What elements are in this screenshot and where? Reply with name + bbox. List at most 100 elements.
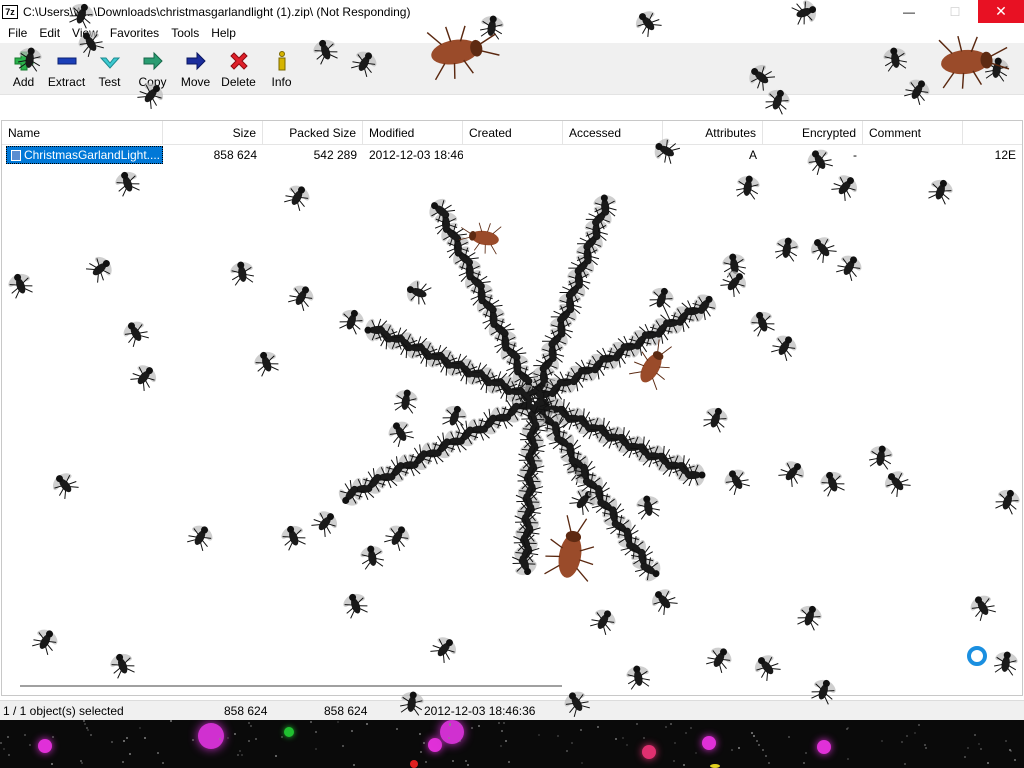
copy-button[interactable]: Copy	[131, 43, 174, 94]
star-dot	[157, 752, 159, 754]
star-dot	[227, 737, 229, 739]
star-dot	[987, 762, 989, 764]
horizontal-scrollbar[interactable]	[20, 685, 562, 687]
column-size[interactable]: Size	[163, 121, 263, 145]
encrypted-cell: -	[853, 148, 857, 162]
star-dot	[123, 740, 125, 742]
star-dot	[423, 742, 425, 744]
star-dot	[84, 723, 86, 725]
star-dot	[275, 755, 277, 757]
star-dot	[51, 763, 53, 765]
column-attributes[interactable]: Attributes	[663, 121, 763, 145]
menu-favorites[interactable]: Favorites	[104, 23, 165, 43]
star-dot	[52, 736, 54, 738]
delete-button[interactable]: Delete	[217, 43, 260, 94]
star-dot	[241, 754, 243, 756]
star-dot	[753, 735, 755, 737]
star-dot	[310, 721, 312, 723]
test-label: Test	[98, 75, 121, 89]
file-name-cell[interactable]: ChristmasGarlandLight....	[6, 146, 163, 164]
close-button[interactable]: ✕	[978, 0, 1024, 23]
star-dot	[762, 749, 764, 751]
toolbar: Add Extract Test Copy Move Delete Info	[0, 43, 1024, 95]
column-encrypted[interactable]: Encrypted	[763, 121, 863, 145]
overflow-cell: 12E	[994, 148, 1016, 162]
star-dot	[765, 755, 767, 757]
menu-help[interactable]: Help	[205, 23, 242, 43]
file-name: ChristmasGarlandLight....	[23, 148, 160, 162]
maximize-button[interactable]: ☐	[932, 0, 978, 23]
add-label: Add	[12, 75, 35, 89]
star-dot	[81, 762, 83, 764]
test-button[interactable]: Test	[88, 43, 131, 94]
star-dot	[925, 747, 927, 749]
extract-button[interactable]: Extract	[45, 43, 88, 94]
column-modified[interactable]: Modified	[363, 121, 463, 145]
plus-icon	[12, 49, 36, 73]
star-dot	[904, 763, 906, 765]
copy-arrow-icon	[141, 49, 165, 73]
star-dot	[353, 764, 355, 766]
star-dot	[924, 744, 926, 746]
star-dot	[315, 731, 317, 733]
star-dot	[974, 734, 976, 736]
star-dot	[237, 754, 239, 756]
menu-file[interactable]: File	[2, 23, 33, 43]
star-dot	[83, 720, 85, 722]
created-cell	[463, 146, 563, 164]
file-list[interactable]: Name Size Packed Size Modified Created A…	[1, 120, 1023, 696]
column-packed-size[interactable]: Packed Size	[263, 121, 363, 145]
minimize-button[interactable]: —	[886, 0, 932, 23]
star-dot	[396, 728, 398, 730]
size-cell: 858 624	[213, 148, 257, 162]
star-dot	[315, 748, 317, 750]
glow-light	[284, 727, 294, 737]
busy-spinner-icon	[967, 646, 987, 666]
glow-light	[817, 740, 831, 754]
star-dot	[8, 754, 10, 756]
star-dot	[7, 736, 9, 738]
column-created[interactable]: Created	[463, 121, 563, 145]
menu-tools[interactable]: Tools	[165, 23, 205, 43]
star-dot	[500, 745, 502, 747]
glow-light	[702, 736, 716, 750]
star-dot	[901, 741, 903, 743]
column-name[interactable]: Name	[2, 121, 163, 145]
star-dot	[248, 722, 250, 724]
column-comment[interactable]: Comment	[863, 121, 963, 145]
star-dot	[758, 744, 760, 746]
add-button[interactable]: Add	[2, 43, 45, 94]
delete-x-icon	[227, 49, 251, 73]
table-row[interactable]: ChristmasGarlandLight.... 858 624 542 28…	[2, 146, 1022, 164]
star-dot	[1005, 740, 1007, 742]
star-dot	[448, 737, 450, 739]
star-dot	[557, 735, 559, 737]
app-icon: 7z	[2, 4, 18, 19]
glow-light	[428, 738, 442, 752]
star-dot	[580, 729, 582, 731]
star-dot	[337, 721, 339, 723]
address-area	[0, 95, 1024, 120]
check-icon	[98, 49, 122, 73]
star-dot	[419, 733, 421, 735]
star-dot	[29, 744, 31, 746]
status-packed: 858 624	[324, 704, 368, 718]
star-dot	[674, 742, 676, 744]
menu-view[interactable]: View	[66, 23, 104, 43]
column-accessed[interactable]: Accessed	[563, 121, 663, 145]
star-dot	[685, 732, 687, 734]
star-dot	[144, 737, 146, 739]
info-button[interactable]: Info	[260, 43, 303, 94]
extract-label: Extract	[47, 75, 86, 89]
star-dot	[538, 734, 540, 736]
star-dot	[967, 747, 969, 749]
minus-icon	[55, 49, 79, 73]
star-dot	[695, 752, 697, 754]
title-bar: 7z C:\Users\W...\Downloads\christmasgarl…	[0, 0, 1024, 23]
menu-edit[interactable]: Edit	[33, 23, 66, 43]
star-dot	[690, 727, 692, 729]
star-dot	[162, 762, 164, 764]
star-dot	[738, 747, 740, 749]
move-button[interactable]: Move	[174, 43, 217, 94]
star-dot	[768, 762, 770, 764]
